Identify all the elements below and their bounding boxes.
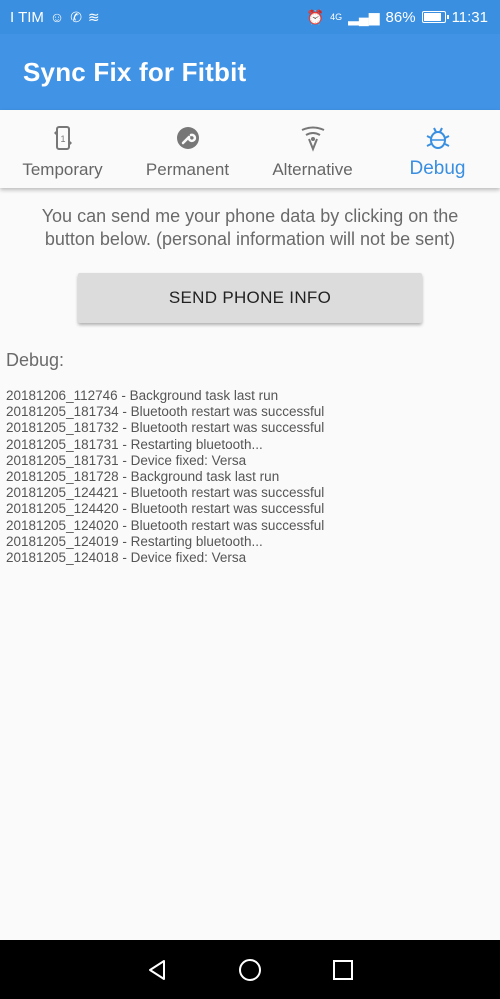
debug-log: 20181206_112746 - Background task last r… [6, 388, 324, 566]
back-button[interactable] [142, 955, 172, 985]
system-nav-bar [0, 940, 500, 999]
app-notification-icon: ≋ [87, 9, 100, 25]
recents-icon [333, 959, 354, 980]
tab-temporary[interactable]: 1 Temporary [0, 110, 125, 188]
recents-button[interactable] [328, 955, 358, 985]
home-button[interactable] [235, 955, 265, 985]
network-type: 4G [330, 12, 343, 22]
log-entry: 20181205_124421 - Bluetooth restart was … [6, 485, 325, 501]
back-icon [148, 959, 165, 980]
alarm-icon: ⏰ [306, 9, 325, 25]
phone-icon: ✆ [70, 9, 82, 25]
log-entry: 20181205_181731 - Restarting bluetooth..… [6, 436, 263, 452]
status-bar: I TIM ☺ ✆ ≋ ⏰ 4G ▂▄▆ 86% 11:31 [0, 0, 500, 34]
tab-label: Permanent [145, 160, 230, 179]
log-entry: 20181205_124018 - Device fixed: Versa [6, 550, 247, 566]
tab-bar: 1 Temporary Permanent Alternative Debug [0, 110, 500, 188]
carrier-name: I TIM [10, 8, 44, 26]
log-entry: 20181205_181732 - Bluetooth restart was … [6, 420, 325, 436]
tab-debug[interactable]: Debug [375, 110, 500, 188]
battery-icon [421, 11, 449, 23]
send-phone-info-button[interactable]: SEND PHONE INFO [78, 273, 422, 323]
svg-text:1: 1 [60, 134, 65, 144]
notification-icon: ☺ [49, 9, 65, 25]
wrench-icon [176, 127, 199, 149]
log-entry: 20181205_181731 - Device fixed: Versa [6, 452, 247, 468]
clock: 11:31 [451, 8, 488, 26]
log-entry: 20181205_124020 - Bluetooth restart was … [6, 517, 325, 533]
intro-text: You can send me your phone data by click… [41, 206, 459, 249]
antenna-icon [301, 126, 324, 152]
tab-permanent[interactable]: Permanent [125, 110, 250, 188]
sync-phone-icon: 1 [53, 126, 72, 150]
tab-alternative[interactable]: Alternative [250, 110, 375, 188]
signal-icon: ▂▄▆ [348, 9, 380, 25]
battery-percent: 86% [385, 8, 416, 26]
log-entry: 20181205_124019 - Restarting bluetooth..… [6, 533, 263, 549]
app-bar: Sync Fix for Fitbit [0, 34, 500, 110]
status-right: ⏰ 4G ▂▄▆ 86% 11:31 [307, 9, 488, 26]
log-entry: 20181205_181728 - Background task last r… [6, 469, 280, 485]
log-entry: 20181205_124420 - Bluetooth restart was … [6, 501, 325, 517]
home-icon [238, 958, 261, 981]
tab-label: Alternative [272, 160, 353, 179]
log-entry: 20181205_181734 - Bluetooth restart was … [6, 404, 325, 420]
tab-label: Debug [409, 158, 466, 179]
debug-heading: Debug: [6, 350, 65, 370]
bug-icon [426, 127, 449, 149]
tab-label: Temporary [22, 160, 103, 179]
app-title: Sync Fix for Fitbit [23, 56, 247, 87]
log-entry: 20181206_112746 - Background task last r… [6, 388, 279, 403]
status-left: I TIM ☺ ✆ ≋ [10, 9, 100, 26]
